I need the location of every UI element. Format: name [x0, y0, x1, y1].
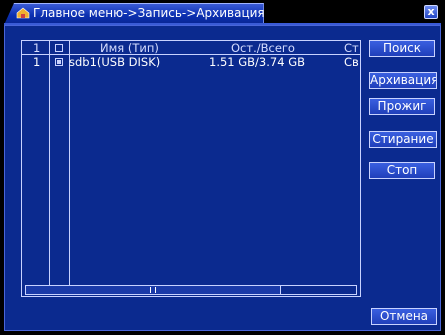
- row-checkbox[interactable]: [55, 58, 63, 66]
- row-index: 1: [33, 55, 41, 69]
- header-name[interactable]: Имя (Тип): [100, 42, 159, 55]
- select-all-checkbox[interactable]: [55, 44, 63, 52]
- cancel-button[interactable]: Отмена: [371, 308, 437, 325]
- search-button[interactable]: Поиск: [369, 40, 435, 57]
- erase-button[interactable]: Стирание: [369, 131, 437, 148]
- window-title: Главное меню->Запись->Архивация: [33, 6, 265, 20]
- main-panel: 1 Имя (Тип) Ост./Всего Ст 1 sdb1(USB DIS…: [4, 25, 441, 331]
- device-table: 1 Имя (Тип) Ост./Всего Ст 1 sdb1(USB DIS…: [21, 40, 361, 297]
- header-status[interactable]: Ст: [344, 42, 359, 55]
- horizontal-scrollbar[interactable]: [25, 285, 357, 295]
- header-index: 1: [33, 41, 41, 55]
- row-device-name: sdb1(USB DISK): [69, 55, 161, 69]
- title-bar: Главное меню->Запись->Архивация x: [0, 0, 445, 25]
- close-button[interactable]: x: [424, 5, 438, 19]
- grip-icon: [150, 287, 156, 293]
- archive-button[interactable]: Архивация: [369, 72, 437, 89]
- scrollbar-thumb[interactable]: [26, 286, 281, 294]
- column-divider: [69, 41, 70, 285]
- archive-dialog: Главное меню->Запись->Архивация x 1 Имя …: [0, 0, 445, 335]
- header-space[interactable]: Ост./Всего: [231, 42, 295, 55]
- app-icon: [16, 7, 30, 19]
- stop-button[interactable]: Стоп: [369, 162, 435, 179]
- burn-button[interactable]: Прожиг: [369, 98, 435, 115]
- row-space: 1.51 GB/3.74 GB: [209, 55, 305, 69]
- row-status: Св: [344, 55, 359, 69]
- column-divider: [49, 41, 50, 285]
